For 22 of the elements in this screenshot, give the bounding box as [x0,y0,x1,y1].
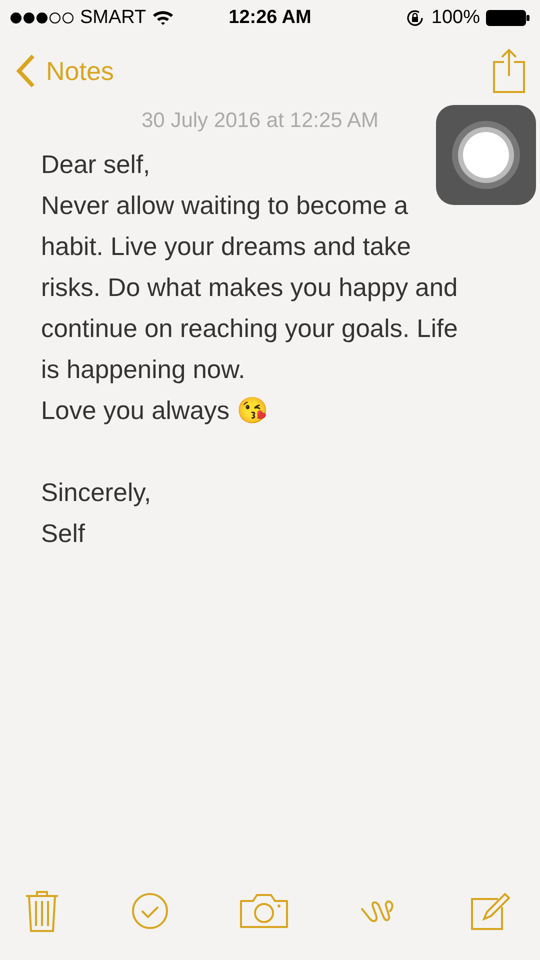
trash-button[interactable] [24,889,60,933]
carrier-name: SMART [80,6,146,28]
camera-button[interactable] [239,893,289,929]
note-paragraph: Self [41,519,86,550]
battery-percent: 100% [431,6,480,28]
chevron-left-icon [16,54,36,88]
battery-icon [486,10,530,26]
rotation-lock-icon [405,8,426,28]
assistive-touch-button[interactable] [436,105,536,205]
note-paragraph: Love you always 😘 [41,396,270,427]
back-link[interactable]: Notes [16,54,114,88]
note-paragraph: Never allow waiting to become a habit. Live your dreams and take risks. Do what makes you happy and continue on reaching your goals. Life is happening now. [41,191,459,386]
checklist-button[interactable] [130,892,168,930]
status-time: 12:26 AM [228,6,312,28]
note-paragraph: Dear self, [41,150,152,181]
wifi-icon [152,10,174,26]
compose-button[interactable] [470,891,510,931]
back-label: Notes [46,56,114,86]
note-paragraph: Sincerely, [41,478,152,509]
signal-icon [10,12,74,24]
note-date: 30 July 2016 at 12:25 AM [140,109,380,133]
share-button[interactable] [492,48,526,94]
